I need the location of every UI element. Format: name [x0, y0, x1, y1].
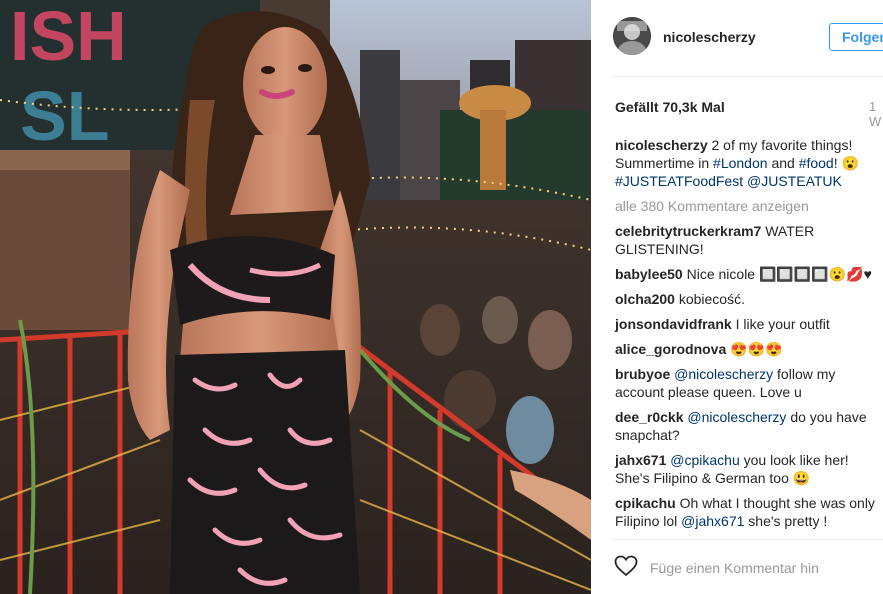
- comment-item: babylee50 Nice nicole 🔲🔲🔲🔲😮💋♥: [615, 265, 877, 283]
- comment-username[interactable]: dee_r0ckk: [615, 409, 684, 425]
- comment-text: she's pretty !: [748, 513, 828, 529]
- heart-outline-icon[interactable]: [614, 555, 638, 577]
- comment-item: celebritytruckerkram7 WATER GLISTENING!: [615, 222, 877, 258]
- post-photo[interactable]: ISH SL: [0, 0, 591, 594]
- comment-text: I like your outfit: [735, 316, 830, 332]
- comment-username[interactable]: cpikachu: [615, 495, 676, 511]
- comment-text: kobiecość.: [678, 291, 745, 307]
- likes-count[interactable]: Gefällt 70,3k Mal: [615, 99, 725, 115]
- comment-text: 😍😍😍: [730, 341, 783, 357]
- post-header: nicolescherzy Folgen: [591, 0, 883, 76]
- comment-mention[interactable]: @cpikachu: [670, 452, 739, 468]
- photo-scene: ISH SL: [0, 0, 591, 594]
- post-time[interactable]: 1 W: [869, 99, 883, 129]
- header-divider: [611, 76, 883, 77]
- caption: nicolescherzy 2 of my favorite things! S…: [615, 136, 877, 190]
- caption-text-end: ! 😮: [833, 155, 859, 171]
- mention-justeatuk[interactable]: @JUSTEATUK: [747, 173, 842, 189]
- hashtag-london[interactable]: #London: [713, 155, 768, 171]
- post-author-username[interactable]: nicolescherzy: [663, 29, 756, 45]
- footer-divider: [611, 539, 883, 540]
- comment-username[interactable]: alice_gorodnova: [615, 341, 726, 357]
- comment-input[interactable]: [648, 557, 872, 579]
- comment-item: brubyoe @nicolescherzy follow my account…: [615, 365, 877, 401]
- hashtag-food[interactable]: #food: [799, 155, 834, 171]
- caption-text-and: and: [771, 155, 795, 171]
- comment-mention[interactable]: @jahx671: [681, 513, 744, 529]
- comment-username[interactable]: olcha200: [615, 291, 675, 307]
- comment-item: dee_r0ckk @nicolescherzy do you have sna…: [615, 408, 877, 444]
- comment-mention[interactable]: @nicolescherzy: [687, 409, 786, 425]
- comment-username[interactable]: brubyoe: [615, 366, 670, 382]
- comment-item: alice_gorodnova 😍😍😍: [615, 340, 877, 358]
- comment-text: Nice nicole 🔲🔲🔲🔲😮💋♥: [686, 266, 872, 282]
- comment-item: cpikachu Oh what I thought she was only …: [615, 494, 877, 530]
- profile-avatar[interactable]: [613, 17, 651, 55]
- follow-button[interactable]: Folgen: [829, 23, 883, 51]
- comment-mention[interactable]: @nicolescherzy: [674, 366, 773, 382]
- comment-username[interactable]: babylee50: [615, 266, 683, 282]
- comment-item: jonsondavidfrank I like your outfit: [615, 315, 877, 333]
- post-detail-panel: nicolescherzy Folgen Gefällt 70,3k Mal 1…: [591, 0, 883, 594]
- caption-username[interactable]: nicolescherzy: [615, 137, 708, 153]
- comments-list: nicolescherzy 2 of my favorite things! S…: [615, 136, 877, 537]
- comment-item: jahx671 @cpikachu you look like her! She…: [615, 451, 877, 487]
- comment-item: olcha200 kobiecość.: [615, 290, 877, 308]
- comment-username[interactable]: jonsondavidfrank: [615, 316, 732, 332]
- svg-text:ISH: ISH: [10, 0, 127, 75]
- comment-username[interactable]: jahx671: [615, 452, 666, 468]
- hashtag-justeatfoodfest[interactable]: #JUSTEATFoodFest: [615, 173, 743, 189]
- comment-username[interactable]: celebritytruckerkram7: [615, 223, 761, 239]
- load-more-comments[interactable]: alle 380 Kommentare anzeigen: [615, 197, 877, 215]
- avatar-image: [613, 17, 651, 55]
- svg-text:SL: SL: [20, 77, 109, 155]
